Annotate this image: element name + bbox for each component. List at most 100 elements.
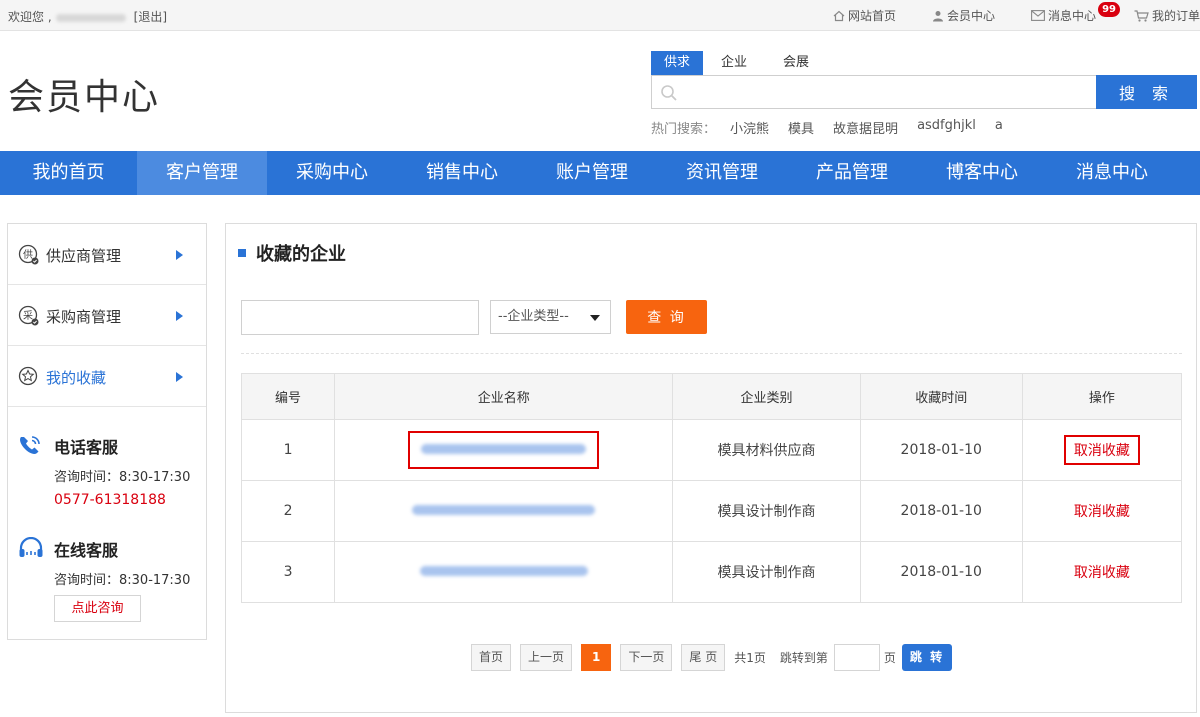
search-input[interactable]	[684, 80, 1084, 104]
nav-message-center[interactable]: 消息中心	[1047, 151, 1177, 195]
sidebar-item-supplier[interactable]: 供 供应商管理	[8, 224, 206, 285]
sidebar-item-label: 供应商管理	[46, 247, 122, 265]
arrow-right-icon	[176, 250, 183, 260]
cart-icon	[1134, 9, 1149, 22]
date-cell: 2018-01-10	[859, 541, 1023, 603]
favorites-table: 编号 企业名称 企业类别 收藏时间 操作 1 模具材料供应商 2018-01-1…	[240, 373, 1183, 603]
nav-customer-management[interactable]: 客户管理	[137, 151, 267, 195]
first-page-button[interactable]: 首页	[471, 644, 512, 671]
action-cell: 取消收藏	[1021, 541, 1183, 603]
title-marker	[238, 249, 246, 257]
hot-searches: 热门搜索： 小浣熊 模具 故意据昆明 asdfghjkl a	[651, 118, 1022, 137]
hot-search-item[interactable]: 模具	[788, 118, 814, 137]
divider	[241, 353, 1182, 354]
arrow-right-icon	[176, 311, 183, 321]
current-page-button[interactable]: 1	[581, 644, 612, 671]
query-button[interactable]: 查 询	[626, 300, 707, 334]
table-header-row: 编号 企业名称 企业类别 收藏时间 操作	[240, 373, 1183, 420]
category-cell: 模具材料供应商	[672, 419, 861, 481]
prev-page-button[interactable]: 上一页	[520, 644, 573, 671]
message-center-link[interactable]: 消息中心 99	[1031, 2, 1120, 24]
welcome-text: 欢迎您 ,	[8, 10, 52, 24]
search-box	[651, 75, 1097, 109]
nav-product-management[interactable]: 产品管理	[787, 151, 917, 195]
logout-link[interactable]: [退出]	[134, 10, 167, 24]
headset-icon	[19, 537, 43, 557]
svg-text:供: 供	[23, 248, 33, 261]
jump-button[interactable]: 跳 转	[901, 644, 953, 671]
next-page-button[interactable]: 下一页	[620, 644, 673, 671]
hot-search-item[interactable]: a	[995, 118, 1003, 137]
search-tab-expo[interactable]: 会展	[765, 51, 827, 75]
jump-label: 跳转到第	[779, 651, 828, 665]
table-row: 1 模具材料供应商 2018-01-10 取消收藏	[240, 419, 1183, 481]
nav-sales-center[interactable]: 销售中心	[397, 151, 527, 195]
company-name-link-redacted[interactable]	[408, 431, 600, 469]
pagination: 首页 上一页 1 下一页 尾 页 共1页 跳转到第 页 跳 转	[471, 644, 953, 671]
last-page-button[interactable]: 尾 页	[681, 644, 726, 671]
member-center-label: 会员中心	[947, 9, 996, 23]
company-type-selected: --企业类型--	[498, 309, 569, 324]
row-number: 3	[240, 541, 336, 603]
hot-search-item[interactable]: asdfghjkl	[917, 118, 976, 137]
page-suffix: 页	[883, 651, 896, 665]
action-cell: 取消收藏	[1021, 419, 1183, 481]
company-type-select[interactable]: --企业类型--	[490, 300, 611, 334]
nav-account-management[interactable]: 账户管理	[527, 151, 657, 195]
col-header-company: 企业名称	[334, 373, 674, 420]
nav-blog-center[interactable]: 博客中心	[917, 151, 1047, 195]
cancel-favorite-button[interactable]: 取消收藏	[1066, 498, 1138, 524]
table-row: 2 模具设计制作商 2018-01-10 取消收藏	[240, 480, 1183, 542]
cancel-favorite-button[interactable]: 取消收藏	[1063, 435, 1140, 465]
hot-search-item[interactable]: 故意据昆明	[833, 118, 898, 137]
row-number: 1	[240, 419, 336, 481]
company-name-link-redacted[interactable]	[402, 494, 605, 528]
search-tab-company[interactable]: 企业	[703, 51, 765, 75]
online-service-hours: 咨询时间：8:30-17:30	[54, 573, 191, 588]
main-panel: 收藏的企业 --企业类型-- 查 询 编号 企业名称 企业类别 收藏时间 操作 …	[225, 223, 1197, 713]
main-nav: 我的首页 客户管理 采购中心 销售中心 账户管理 资讯管理 产品管理 博客中心 …	[0, 151, 1200, 195]
caret-down-icon	[590, 315, 600, 321]
supplier-icon: 供	[18, 244, 39, 265]
mail-icon	[1031, 10, 1045, 21]
svg-text:采: 采	[23, 310, 33, 322]
category-cell: 模具设计制作商	[672, 541, 861, 603]
col-header-action: 操作	[1021, 373, 1183, 420]
consult-button[interactable]: 点此咨询	[54, 595, 141, 622]
cancel-favorite-button[interactable]: 取消收藏	[1066, 559, 1138, 585]
phone-number: 0577-61318188	[54, 492, 166, 508]
table-row: 3 模具设计制作商 2018-01-10 取消收藏	[240, 541, 1183, 603]
row-number: 2	[240, 480, 336, 542]
message-count-badge: 99	[1098, 2, 1120, 17]
search-tab-supply[interactable]: 供求	[651, 51, 704, 75]
total-pages: 共1页	[734, 651, 766, 665]
hot-search-item[interactable]: 小浣熊	[730, 118, 769, 137]
col-header-no: 编号	[240, 373, 336, 420]
site-home-link[interactable]: 网站首页	[833, 7, 896, 24]
sidebar-item-label: 采购商管理	[46, 308, 122, 326]
company-name-cell	[334, 480, 674, 542]
hot-search-label: 热门搜索：	[651, 122, 717, 137]
sidebar-item-label: 我的收藏	[46, 369, 107, 387]
company-name-input[interactable]	[241, 300, 479, 335]
home-icon	[833, 10, 845, 21]
username-redacted	[55, 13, 126, 22]
jump-page-input[interactable]	[833, 644, 880, 671]
company-name-cell	[334, 541, 674, 603]
buyer-icon: 采	[18, 305, 39, 326]
site-home-label: 网站首页	[848, 9, 897, 23]
company-name-link-redacted[interactable]	[410, 555, 598, 589]
page-title: 会员中心	[8, 77, 161, 118]
member-center-link[interactable]: 会员中心	[932, 7, 995, 24]
sidebar-item-buyer[interactable]: 采 采购商管理	[8, 285, 206, 346]
search-tabs: 供求 企业 会展	[651, 51, 827, 75]
nav-my-home[interactable]: 我的首页	[0, 151, 137, 195]
search-button[interactable]: 搜 索	[1096, 75, 1197, 109]
col-header-date: 收藏时间	[859, 373, 1023, 420]
search-icon	[661, 85, 677, 101]
section-title: 收藏的企业	[256, 244, 346, 265]
my-orders-link[interactable]: 我的订单	[1134, 7, 1200, 24]
nav-news-management[interactable]: 资讯管理	[657, 151, 787, 195]
sidebar-item-favorites[interactable]: 我的收藏	[8, 346, 206, 407]
nav-purchase-center[interactable]: 采购中心	[267, 151, 397, 195]
